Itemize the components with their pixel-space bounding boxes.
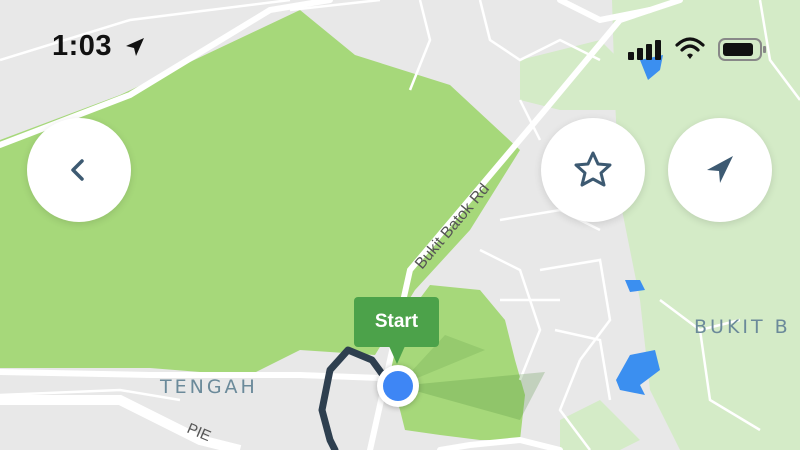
wifi-icon	[675, 37, 705, 59]
area-label-bukit-b: BUKIT B	[694, 316, 791, 338]
status-time: 1:03	[52, 30, 113, 62]
location-arrow-icon	[126, 38, 144, 56]
current-location-dot	[377, 365, 419, 407]
status-bar: 1:03	[0, 0, 800, 100]
navigate-button[interactable]	[668, 118, 772, 222]
favorite-button[interactable]	[541, 118, 645, 222]
area-label-tengah: TENGAH	[159, 376, 258, 398]
star-icon	[574, 151, 612, 187]
map-screen: Bukit Batok Rd TENGAH BUKIT B PIE 1:03 S…	[0, 0, 800, 450]
start-marker-pointer	[389, 346, 405, 364]
current-location-dot-core	[383, 371, 413, 401]
start-label: Start	[354, 297, 439, 347]
chevron-left-icon	[71, 159, 84, 181]
navigation-arrow-icon	[707, 156, 733, 183]
start-marker[interactable]: Start	[354, 297, 439, 364]
back-button[interactable]	[27, 118, 131, 222]
cellular-signal-icon	[628, 40, 661, 60]
battery-icon	[718, 38, 766, 61]
